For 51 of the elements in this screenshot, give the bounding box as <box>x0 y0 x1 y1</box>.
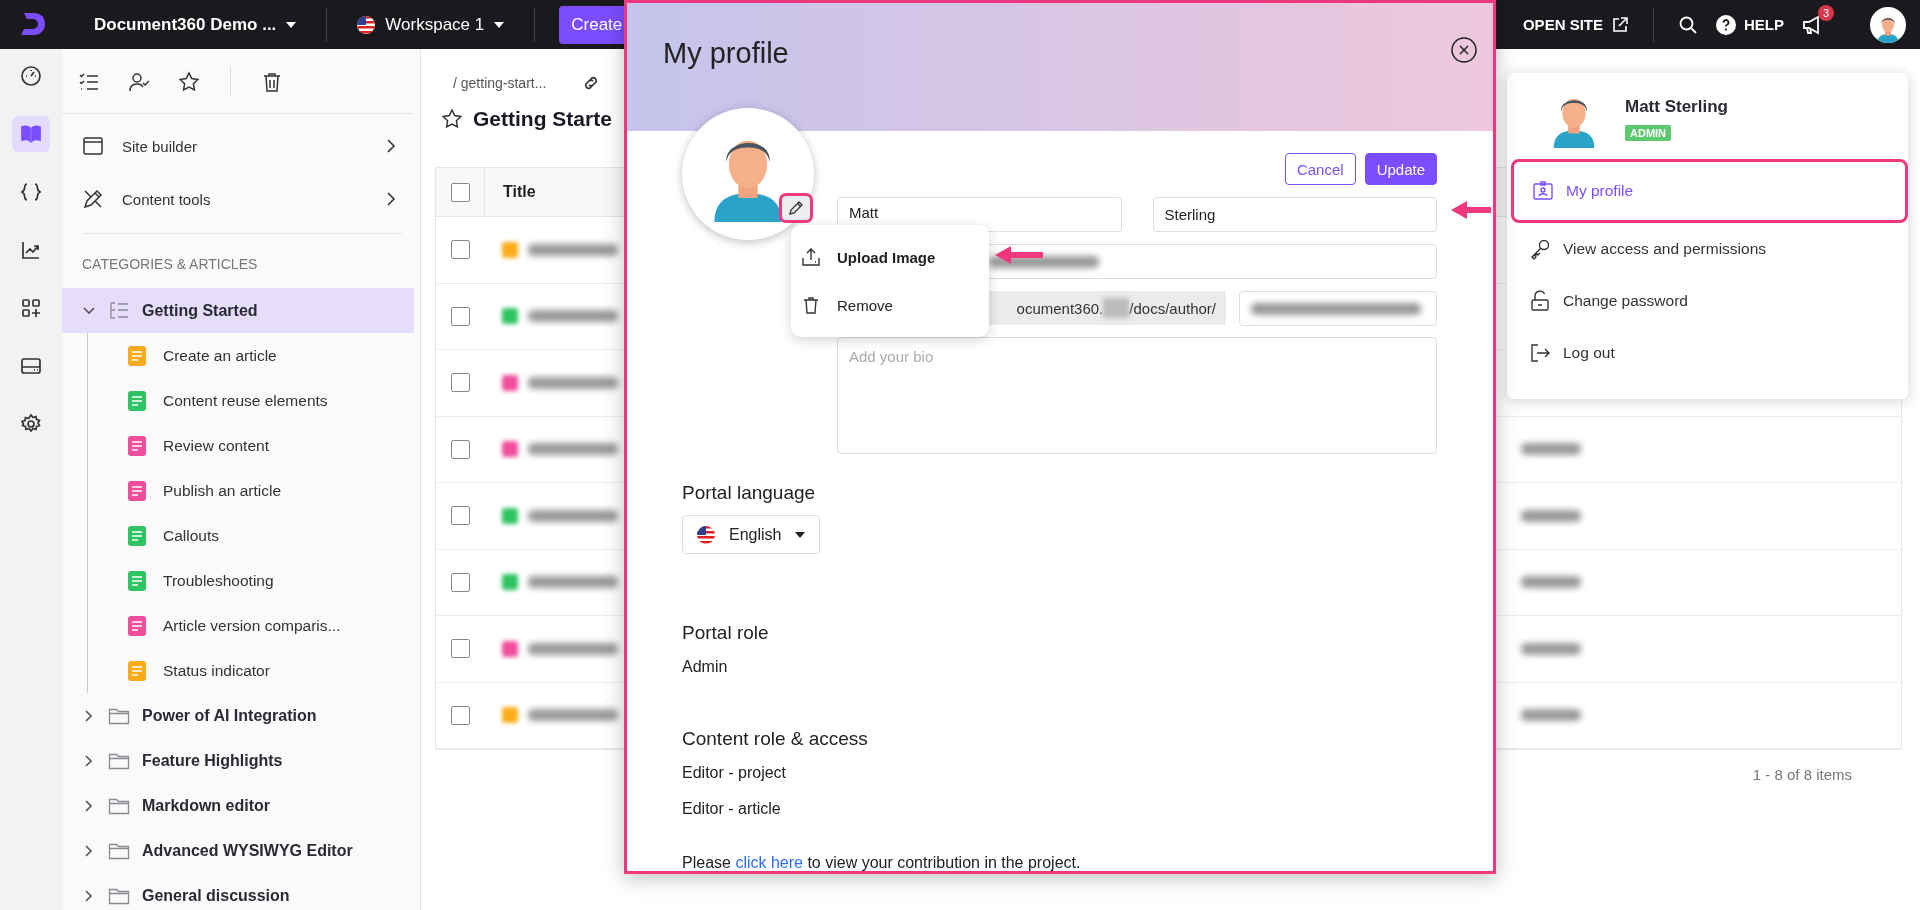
article-item[interactable]: Create an article <box>88 333 420 378</box>
article-item[interactable]: Callouts <box>88 513 420 558</box>
user-name: Matt Sterling <box>1625 97 1728 117</box>
click-here-link[interactable]: click here <box>735 854 803 871</box>
help-button[interactable]: HELP <box>1716 14 1784 35</box>
section-heading: Content role & access <box>682 728 869 750</box>
dialog-title: My profile <box>663 37 790 70</box>
article-item[interactable]: Publish an article <box>88 468 420 513</box>
section-heading: Portal role <box>682 622 770 644</box>
category-item[interactable]: Feature Highlights <box>62 738 414 783</box>
category-item[interactable]: Advanced WYSIWYG Editor <box>62 828 414 873</box>
category-item[interactable]: Getting Started <box>62 288 414 333</box>
url-text: /docs/author/ <box>1129 299 1216 317</box>
sidebar-menu-item[interactable]: Content tools <box>82 174 402 224</box>
notification-count: 3 <box>1818 4 1834 21</box>
article-item[interactable]: Troubleshooting <box>88 558 420 603</box>
workspace-dropdown[interactable]: Workspace 1 <box>351 10 511 39</box>
cancel-button[interactable]: Cancel <box>1284 153 1356 185</box>
category-item[interactable]: Power of AI Integration <box>62 693 414 738</box>
project-dropdown[interactable]: Document360 Demo ... <box>88 10 303 39</box>
contribution-note: Please click here to view your contribution in the project. <box>682 854 1082 872</box>
first-name-field[interactable]: Matt <box>837 197 1122 232</box>
section-heading: CATEGORIES & ARTICLES <box>81 255 259 274</box>
article-item[interactable]: Review content <box>88 423 420 468</box>
pagination-info: 1 - 8 of 8 items <box>1752 766 1852 783</box>
menu-item[interactable]: Upload Image <box>791 233 989 281</box>
url-text: ocument360. <box>1016 299 1104 317</box>
breadcrumb[interactable]: / getting-start... <box>453 75 547 91</box>
role-badge: ADMIN <box>1625 125 1672 141</box>
bio-field[interactable]: Add your bio <box>837 337 1437 454</box>
article-item[interactable]: Article version comparis... <box>88 603 420 648</box>
article-item[interactable]: Content reuse elements <box>88 378 420 423</box>
update-button[interactable]: Update <box>1364 153 1437 185</box>
menu-item[interactable]: Remove <box>791 281 989 329</box>
column-header[interactable]: Title <box>485 183 536 201</box>
role-text: Editor - project <box>682 764 788 782</box>
open-site-link[interactable]: OPEN SITE <box>1522 15 1629 34</box>
section-heading: Portal language <box>682 482 817 504</box>
menu-item[interactable]: My profile <box>1511 159 1908 223</box>
sidebar-menu-item[interactable]: Site builder <box>82 121 402 171</box>
language-dropdown[interactable]: English <box>682 515 821 554</box>
page-title: Getting Starte <box>473 107 612 131</box>
category-item[interactable]: General discussion <box>62 873 414 910</box>
role-text: Admin <box>682 658 729 676</box>
category-item[interactable]: Markdown editor <box>62 783 414 828</box>
menu-item[interactable]: View access and permissions <box>1519 223 1908 275</box>
menu-item[interactable]: Log out <box>1519 327 1908 379</box>
role-text: Editor - article <box>682 800 782 818</box>
article-item[interactable]: Status indicator <box>88 648 420 693</box>
menu-item[interactable]: Change password <box>1519 275 1908 327</box>
last-name-field[interactable]: Sterling <box>1152 197 1437 232</box>
